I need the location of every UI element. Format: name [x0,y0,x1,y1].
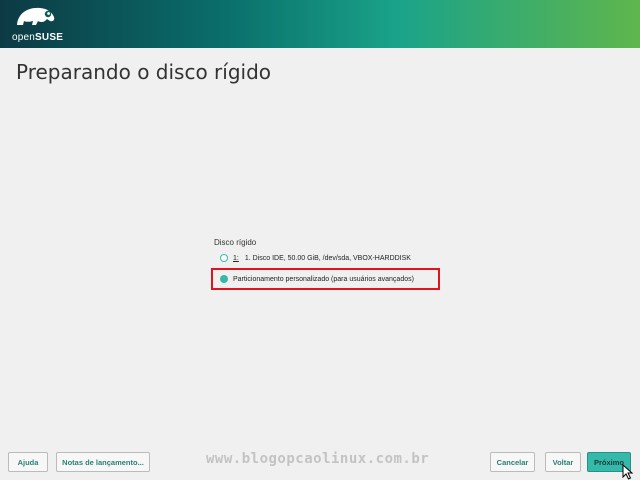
mouse-pointer-icon [622,464,634,480]
hard-disk-group: Disco rígido [214,238,454,247]
option-label: 1. Disco IDE, 50.00 GiB, /dev/sda, VBOX-… [244,254,411,262]
group-label: Disco rígido [214,238,257,247]
opensuse-logo: openSUSE [6,3,66,45]
custom-partitioning-option[interactable]: Particionamento personalizado (para usuá… [220,275,414,283]
logo-wordmark: openSUSE [12,32,64,43]
radio-selected-icon[interactable] [220,275,228,283]
help-button[interactable]: Ajuda [8,452,48,472]
cancel-button[interactable]: Cancelar [490,452,535,472]
option-label: Particionamento personalizado (para usuá… [233,275,414,283]
page-title: Preparando o disco rígido [16,60,272,84]
radio-unselected-icon[interactable] [220,254,228,262]
option-number: 1: [233,254,239,262]
back-button[interactable]: Voltar [545,452,581,472]
release-notes-button[interactable]: Notas de lançamento... [56,452,150,472]
chameleon-icon [17,7,55,25]
disk-option-sda[interactable]: 1: 1. Disco IDE, 50.00 GiB, /dev/sda, VB… [220,254,411,262]
top-banner: openSUSE [0,0,640,48]
watermark: www.blogopcaolinux.com.br [206,451,430,467]
